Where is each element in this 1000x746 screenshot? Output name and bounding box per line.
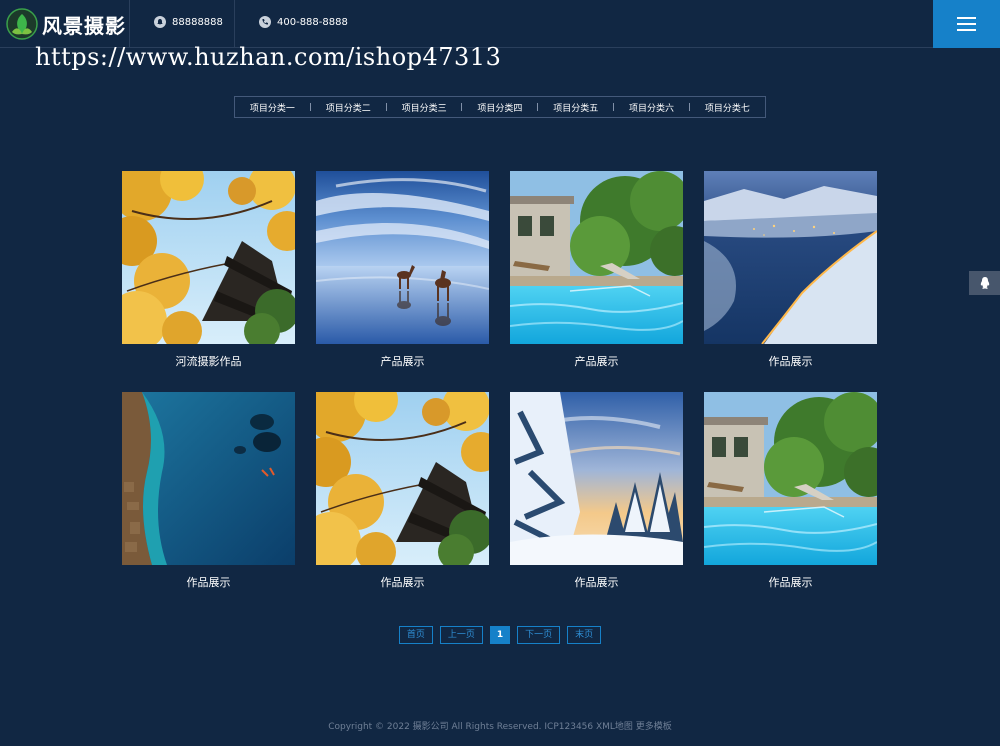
work-thumbnail[interactable] (510, 392, 683, 565)
work-card[interactable]: 产品展示 (510, 171, 683, 380)
work-caption[interactable]: 作品展示 (316, 565, 489, 601)
header-divider (234, 0, 235, 48)
current-page[interactable]: 1 (489, 626, 511, 644)
work-thumbnail[interactable] (704, 171, 877, 344)
work-card[interactable]: 作品展示 (122, 392, 295, 601)
work-card[interactable]: 河流摄影作品 (122, 171, 295, 380)
works-grid: 河流摄影作品 产品展示 产品展示 作品展示 作品展示 作品展示 作品展示 作品展… (122, 171, 878, 601)
qq-penguin-icon (980, 277, 989, 289)
logo[interactable]: 风景摄影 (6, 7, 126, 41)
work-thumbnail[interactable] (122, 171, 295, 344)
site-header: 风景摄影 88888888 400-888-8888 (0, 0, 1000, 48)
work-card[interactable]: 作品展示 (510, 392, 683, 601)
category-item[interactable]: 项目分类三 (402, 101, 447, 114)
category-item[interactable]: 项目分类六 (629, 101, 674, 114)
work-card[interactable]: 作品展示 (704, 171, 877, 380)
category-item[interactable]: 项目分类五 (553, 101, 598, 114)
menu-icon (957, 17, 976, 19)
prev-page-button[interactable]: 上一页 (439, 626, 483, 644)
contact-phone-1: 88888888 (154, 16, 223, 28)
category-divider (461, 103, 463, 111)
phone-icon (259, 16, 271, 28)
last-page-button[interactable]: 末页 (567, 626, 602, 644)
phone-number-1: 88888888 (172, 16, 223, 28)
category-item[interactable]: 项目分类一 (250, 101, 295, 114)
header-divider (129, 0, 130, 48)
category-divider (613, 103, 615, 111)
category-item[interactable]: 项目分类二 (326, 101, 371, 114)
work-caption[interactable]: 作品展示 (122, 565, 295, 601)
phone-number-2: 400-888-8888 (277, 16, 348, 28)
first-page-button[interactable]: 首页 (398, 626, 433, 644)
pagination: 首页 上一页 1 下一页 末页 (0, 626, 1000, 644)
work-thumbnail[interactable] (510, 171, 683, 344)
work-card[interactable]: 作品展示 (704, 392, 877, 601)
work-thumbnail[interactable] (122, 392, 295, 565)
work-card[interactable]: 产品展示 (316, 171, 489, 380)
bell-icon (154, 16, 166, 28)
category-item[interactable]: 项目分类七 (705, 101, 750, 114)
next-page-button[interactable]: 下一页 (517, 626, 561, 644)
menu-icon-line (957, 29, 976, 31)
work-thumbnail[interactable] (316, 392, 489, 565)
hamburger-menu-button[interactable] (933, 0, 1000, 48)
work-thumbnail[interactable] (316, 171, 489, 344)
work-card[interactable]: 作品展示 (316, 392, 489, 601)
work-caption[interactable]: 作品展示 (704, 565, 877, 601)
footer-copyright: Copyright © 2022 摄影公司 All Rights Reserve… (328, 722, 672, 732)
work-caption[interactable]: 产品展示 (510, 344, 683, 380)
qq-chat-button[interactable] (969, 271, 1000, 295)
work-thumbnail[interactable] (704, 392, 877, 565)
work-caption[interactable]: 作品展示 (510, 565, 683, 601)
category-divider (385, 103, 387, 111)
work-caption[interactable]: 作品展示 (704, 344, 877, 380)
category-divider (309, 103, 311, 111)
work-caption[interactable]: 河流摄影作品 (122, 344, 295, 380)
watermark-url: https://www.huzhan.com/ishop47313 (35, 43, 502, 71)
category-nav: 项目分类一 项目分类二 项目分类三 项目分类四 项目分类五 项目分类六 项目分类… (234, 96, 766, 118)
work-caption[interactable]: 产品展示 (316, 344, 489, 380)
category-divider (537, 103, 539, 111)
logo-text: 风景摄影 (42, 13, 126, 38)
category-divider (688, 103, 690, 111)
menu-icon-line (957, 23, 976, 25)
logo-leaf-icon (6, 8, 38, 40)
contact-phone-2: 400-888-8888 (259, 16, 348, 28)
category-item[interactable]: 项目分类四 (477, 101, 522, 114)
